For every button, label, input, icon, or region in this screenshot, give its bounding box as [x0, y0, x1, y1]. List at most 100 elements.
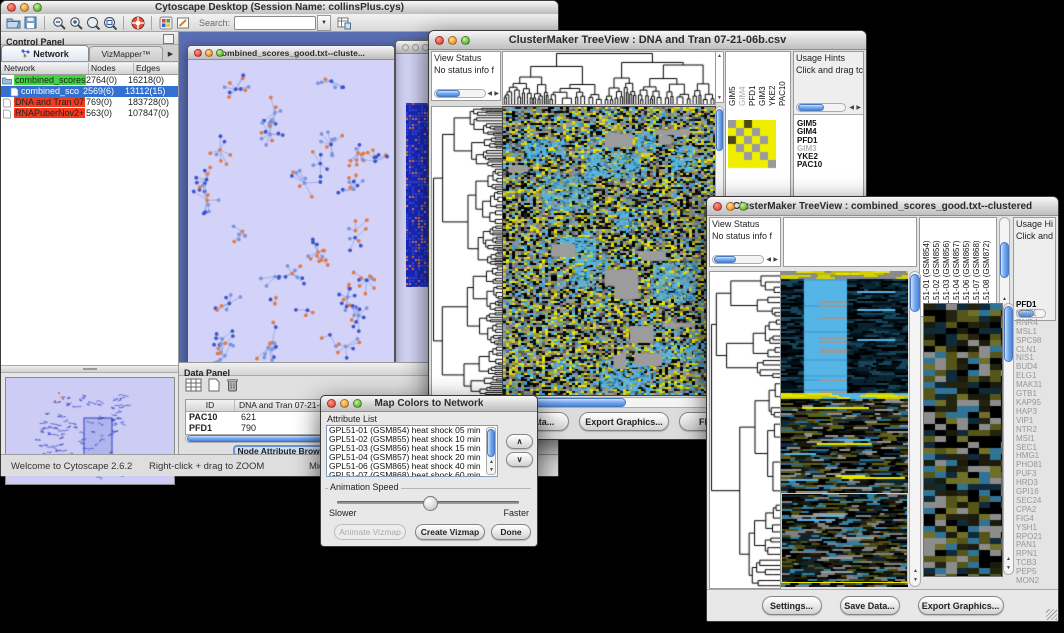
zoom-button[interactable]	[216, 49, 224, 57]
minimize-button[interactable]	[448, 36, 457, 45]
search-config-icon[interactable]	[335, 15, 352, 31]
treeview-dna-title-bar[interactable]: ClusterMaker TreeView : DNA and Tran 07-…	[429, 31, 866, 50]
column-label[interactable]: GPL51-02 (GSM855)	[932, 218, 942, 316]
scroll-up-icon[interactable]: ▲	[913, 568, 918, 574]
scroll-down-icon[interactable]: ▼	[717, 95, 722, 101]
attribute-table-icon[interactable]	[185, 378, 202, 397]
summary-heatmap-canvas[interactable]	[728, 120, 776, 170]
close-button[interactable]	[327, 399, 336, 408]
row-dendrogram-canvas[interactable]	[709, 271, 781, 589]
close-button[interactable]	[435, 36, 444, 45]
minimize-button[interactable]	[726, 202, 735, 211]
search-dropdown-icon[interactable]: ▼	[317, 15, 331, 31]
zoom-vscrollbar[interactable]: ▲ ▼	[1003, 303, 1014, 575]
open-folder-icon[interactable]	[5, 15, 22, 31]
column-labels-scrollbar[interactable]: ▲ ▼	[999, 217, 1010, 317]
close-button[interactable]	[402, 44, 409, 51]
scroll-up-icon[interactable]: ▲	[1002, 296, 1007, 302]
scroll-down-icon[interactable]: ▼	[1006, 565, 1011, 571]
main-title-bar[interactable]: Cytoscape Desktop (Session Name: collins…	[1, 1, 558, 15]
new-attribute-icon[interactable]	[208, 378, 220, 397]
tab-overflow-button[interactable]: ▶	[163, 50, 178, 61]
panel-splitter[interactable]	[1, 365, 178, 373]
treeview-combined-title-bar[interactable]: ClusterMaker TreeView : combined_scores_…	[707, 197, 1058, 216]
column-label[interactable]: GPL51-01 (GSM854)	[922, 218, 932, 316]
col-nodes[interactable]: Nodes	[89, 63, 134, 74]
network-view-canvas[interactable]	[188, 60, 392, 362]
move-down-button[interactable]: ∨	[506, 452, 533, 467]
help-lifering-icon[interactable]	[129, 15, 146, 31]
minimize-button[interactable]	[340, 399, 349, 408]
zoom-heatmap-canvas[interactable]	[923, 303, 1003, 577]
network-row-dna-tran[interactable]: DNA and Tran 07 769(0) 183728(0)	[1, 97, 178, 108]
view-status-scrollbar[interactable]	[434, 89, 486, 98]
resize-grip[interactable]	[1046, 609, 1057, 620]
row-dendrogram-canvas[interactable]	[431, 106, 503, 396]
tab-vizmapper[interactable]: VizMapper™	[89, 46, 163, 61]
row-label[interactable]: PAC10	[797, 161, 822, 169]
search-input[interactable]	[234, 16, 316, 30]
network-row-combined-scores[interactable]: combined_scores 2764(0) 16218(0)	[1, 75, 178, 86]
save-icon[interactable]	[22, 15, 39, 31]
col-id[interactable]: ID	[186, 400, 235, 411]
minimize-button[interactable]	[412, 44, 419, 51]
save-data-button[interactable]: Save Data...	[840, 596, 900, 615]
delete-attribute-icon[interactable]	[226, 377, 239, 397]
done-button[interactable]: Done	[491, 524, 531, 540]
network-window-title-bar[interactable]: combined_scores_good.txt--cluste...	[188, 46, 394, 60]
zoom-in-icon[interactable]	[67, 15, 84, 31]
zoom-out-icon[interactable]	[50, 15, 67, 31]
minimize-button[interactable]	[205, 49, 213, 57]
view-status-scrollbar[interactable]	[712, 255, 764, 264]
scroll-up-icon[interactable]: ▲	[717, 53, 722, 59]
network-window[interactable]: combined_scores_good.txt--cluste...	[187, 45, 395, 362]
column-label[interactable]: GPL51-08 (GSM872)	[982, 218, 992, 316]
create-vizmap-button[interactable]: Create Vizmap	[415, 524, 485, 540]
column-scroll-strip[interactable]: ▲ ▼	[715, 51, 724, 103]
settings-button[interactable]: Settings...	[762, 596, 822, 615]
scroll-left-icon[interactable]: ◀	[487, 91, 492, 97]
zoom-fit-icon[interactable]	[84, 15, 101, 31]
column-label[interactable]: PAC10	[778, 52, 788, 106]
close-button[interactable]	[7, 3, 16, 12]
heatmap-canvas[interactable]	[502, 106, 716, 396]
zoom-selected-icon[interactable]	[101, 15, 118, 31]
column-label[interactable]: GIM5	[728, 52, 738, 106]
animate-vizmap-button[interactable]: Animate Vizmap	[334, 524, 406, 540]
column-label[interactable]: PFD1	[748, 52, 758, 106]
dialog-title-bar[interactable]: Map Colors to Network	[321, 396, 537, 412]
column-label[interactable]: GIM4	[738, 52, 748, 106]
heatmap-vscrollbar[interactable]: ▲ ▼	[909, 271, 921, 587]
minimize-button[interactable]	[20, 3, 29, 12]
attribute-list-scrollbar[interactable]: ▲ ▼	[486, 427, 496, 475]
float-panel-icon[interactable]	[163, 34, 174, 44]
column-dendrogram-canvas[interactable]	[502, 51, 716, 105]
gene-label[interactable]: MON2	[1016, 577, 1057, 586]
usage-hints-scrollbar[interactable]	[796, 103, 846, 112]
selection-rectangle[interactable]	[781, 493, 908, 583]
scroll-up-icon[interactable]: ▲	[1006, 556, 1011, 562]
column-label[interactable]: GIM3	[758, 52, 768, 106]
zoom-button[interactable]	[353, 399, 362, 408]
col-edges[interactable]: Edges	[134, 63, 178, 74]
vizmapper-icon[interactable]	[157, 15, 174, 31]
close-button[interactable]	[713, 202, 722, 211]
speed-slider-track[interactable]	[337, 501, 519, 504]
export-graphics-button[interactable]: Export Graphics...	[918, 596, 1004, 615]
column-label[interactable]: GPL51-07 (GSM868)	[972, 218, 982, 316]
scroll-right-icon[interactable]: ▶	[773, 257, 778, 263]
scroll-right-icon[interactable]: ▶	[494, 91, 499, 97]
network-row-selected[interactable]: combined_sco 2569(6) 13112(15)	[1, 86, 178, 97]
speed-slider-thumb[interactable]	[423, 496, 438, 511]
network-row-rnapuber[interactable]: RNAPuberNov2+ 563(0) 107847(0)	[1, 108, 178, 119]
annotation-icon[interactable]	[174, 15, 191, 31]
scroll-down-icon[interactable]: ▼	[489, 467, 494, 473]
scroll-left-icon[interactable]: ◀	[766, 257, 771, 263]
attribute-item[interactable]: GPL51-07 (GSM868) heat shock 60 min	[329, 471, 497, 477]
close-button[interactable]	[194, 49, 202, 57]
zoom-button[interactable]	[461, 36, 470, 45]
export-graphics-button[interactable]: Export Graphics...	[579, 412, 669, 431]
column-label[interactable]: YKE2	[768, 52, 778, 106]
tab-network[interactable]: Network	[1, 45, 89, 61]
column-label[interactable]: GPL51-03 (GSM856)	[942, 218, 952, 316]
